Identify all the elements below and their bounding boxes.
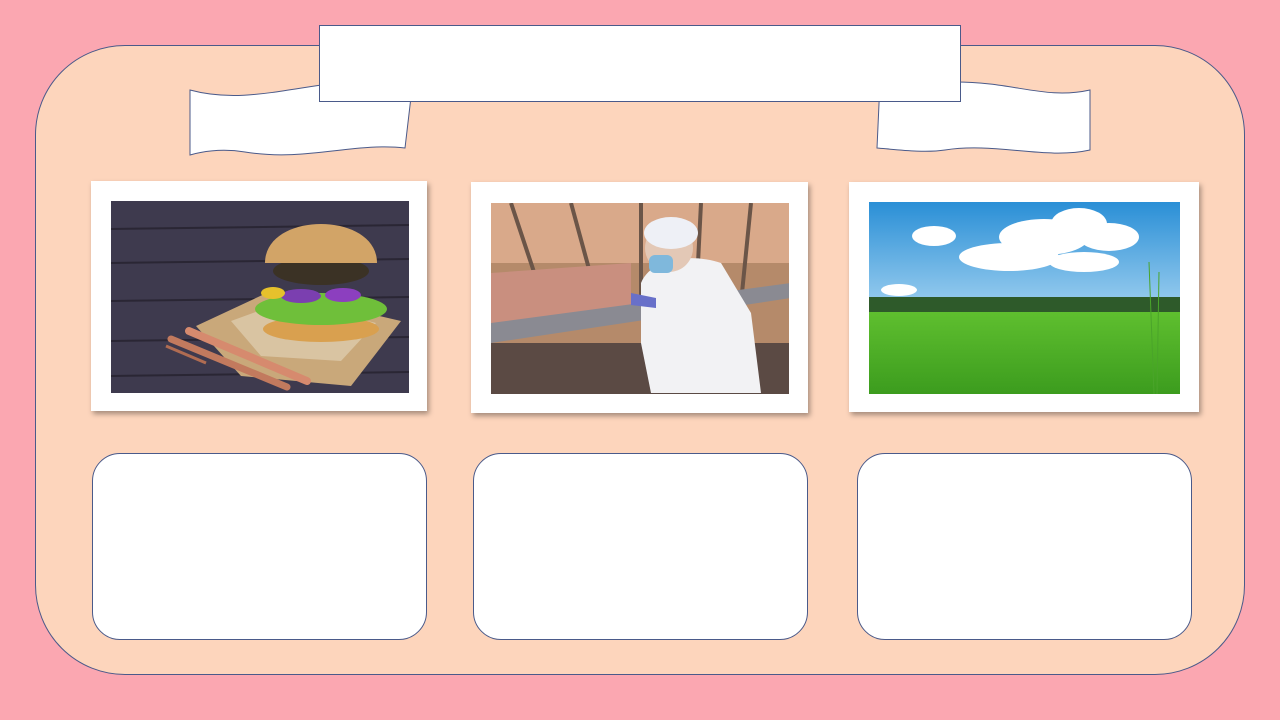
burger-photo-frame <box>91 181 427 411</box>
green-field-photo <box>869 202 1180 394</box>
pig-farm-photo-frame <box>471 182 808 413</box>
field-photo-frame <box>849 182 1199 412</box>
pig-farm-veterinarian-photo <box>491 203 789 394</box>
title-box[interactable] <box>319 25 961 102</box>
answer-box-2[interactable] <box>473 453 808 640</box>
veggie-burger-photo <box>111 201 409 393</box>
answer-box-3[interactable] <box>857 453 1192 640</box>
answer-box-1[interactable] <box>92 453 427 640</box>
